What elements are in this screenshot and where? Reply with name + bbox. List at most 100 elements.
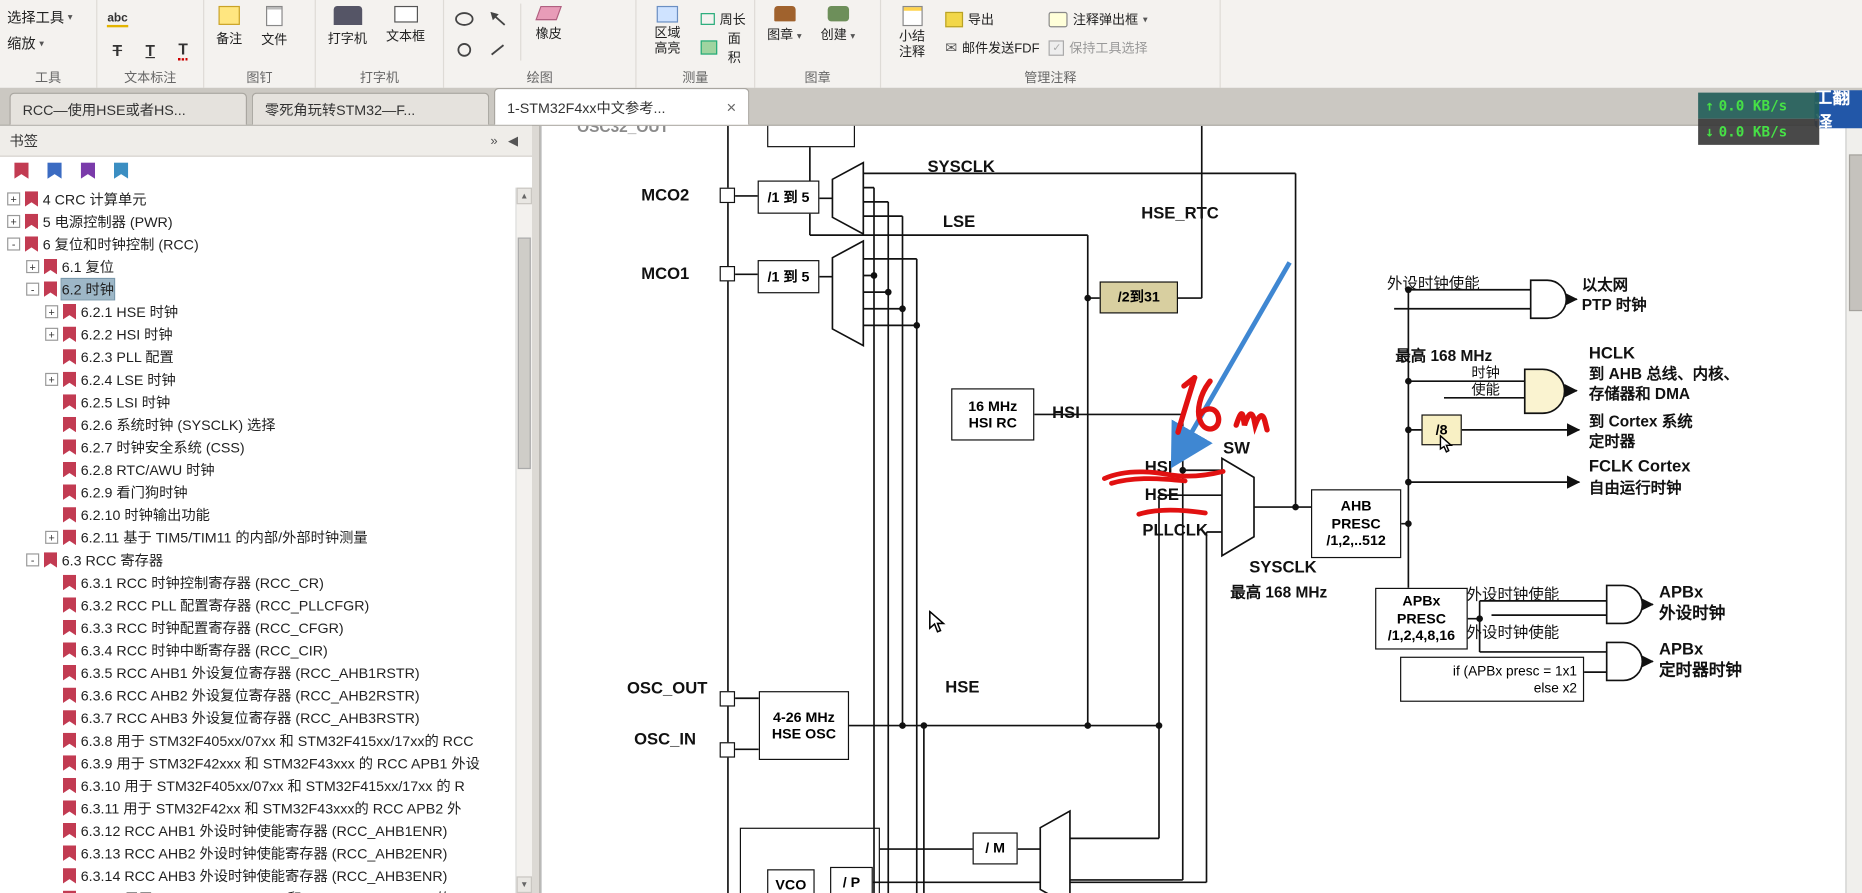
bookmark-item[interactable]: 6.3.11 用于 STM32F42xx 和 STM32F43xxx的 RCC …: [0, 797, 515, 820]
bookmark-item[interactable]: +4 CRC 计算单元: [0, 188, 515, 211]
file-attach-button[interactable]: 文件: [257, 4, 293, 52]
bookmark-item[interactable]: 6.3.8 用于 STM32F405xx/07xx 和 STM32F415xx/…: [0, 729, 515, 752]
panel-options-icon[interactable]: »: [485, 134, 504, 148]
arrow-tool-button[interactable]: [485, 6, 511, 32]
email-fdf-button[interactable]: ✉邮件发送FDF: [945, 36, 1039, 60]
bookmark-label: 6.2.9 看门狗时钟: [81, 482, 188, 502]
bookmark-item[interactable]: 6.3.12 RCC AHB1 外设时钟使能寄存器 (RCC_AHB1ENR): [0, 819, 515, 842]
bookmark-item[interactable]: 6.3.5 RCC AHB1 外设复位寄存器 (RCC_AHB1RSTR): [0, 661, 515, 684]
export-comments-button[interactable]: 导出: [945, 7, 1039, 31]
create-stamp-icon: [827, 6, 848, 21]
bookmark-item[interactable]: 6.2.3 PLL 配置: [0, 346, 515, 369]
summary-comments-button[interactable]: 小结注释: [888, 4, 936, 63]
bookmark-item[interactable]: -6 复位和时钟控制 (RCC): [0, 233, 515, 256]
bookmark-item[interactable]: +6.1 复位: [0, 255, 515, 278]
panel-splitter[interactable]: [532, 126, 540, 893]
export-icon: [945, 11, 963, 26]
expander-icon[interactable]: -: [26, 553, 39, 566]
scrollbar-thumb[interactable]: [518, 238, 531, 470]
file-icon: [266, 6, 283, 26]
ribbon: 选择工具▾ 缩放▾ 工具 abc T T T 文本标注 备注 文件 图钉 打: [0, 0, 1862, 89]
upload-speed: 0.0 KB/s: [1719, 97, 1788, 114]
bookmark-item[interactable]: 6.3.13 RCC AHB2 外设时钟使能寄存器 (RCC_AHB2ENR): [0, 842, 515, 865]
bookmark-tool-button-4[interactable]: [114, 162, 128, 182]
bookmark-item[interactable]: 6.3.6 RCC AHB2 外设复位寄存器 (RCC_AHB2RSTR): [0, 684, 515, 707]
bookmark-item[interactable]: 6.2.7 时钟安全系统 (CSS): [0, 436, 515, 459]
area-button[interactable]: 面积: [701, 36, 747, 60]
comment-popup-button[interactable]: 注释弹出框▾: [1049, 7, 1148, 31]
red-16m-annotation: [1178, 378, 1267, 433]
bookmark-tool-button-3[interactable]: [81, 162, 95, 182]
expander-icon[interactable]: +: [7, 215, 20, 228]
bookmark-item[interactable]: 6.2.9 看门狗时钟: [0, 481, 515, 504]
area-highlight-button[interactable]: 区域高亮: [644, 4, 692, 59]
bookmark-tree: +4 CRC 计算单元+5 电源控制器 (PWR)-6 复位和时钟控制 (RCC…: [0, 188, 515, 893]
circle-tool-button[interactable]: [451, 37, 477, 63]
bookmark-item[interactable]: 6.3.1 RCC 时钟控制寄存器 (RCC_CR): [0, 571, 515, 594]
expander-icon[interactable]: +: [26, 260, 39, 273]
bookmark-label: 6.3.7 RCC AHB3 外设复位寄存器 (RCC_AHB3RSTR): [81, 708, 420, 728]
squiggly-text-button[interactable]: T: [170, 37, 196, 63]
bookmark-item[interactable]: 6.2.8 RTC/AWU 时钟: [0, 458, 515, 481]
text-highlight-button[interactable]: abc: [105, 6, 131, 32]
perimeter-button[interactable]: 周长: [701, 7, 747, 31]
document-tab-2[interactable]: 零死角玩转STM32—F...: [252, 93, 490, 125]
expander-icon[interactable]: -: [7, 238, 20, 251]
expander-icon[interactable]: +: [45, 328, 58, 341]
document-tab-1[interactable]: RCC—使用HSE或者HS...: [10, 93, 248, 125]
underline-icon: T: [146, 41, 155, 59]
bookmark-item[interactable]: 6.3.10 用于 STM32F405xx/07xx 和 STM32F415xx…: [0, 774, 515, 797]
expander-icon[interactable]: +: [45, 305, 58, 318]
circle-icon: [455, 43, 474, 57]
bookmark-item[interactable]: 6.3.15 用于 STM32F405xx/07xx 和 STM32F415xx…: [0, 887, 515, 893]
bookmark-item[interactable]: 6.3.14 RCC AHB3 外设时钟使能寄存器 (RCC_AHB3ENR): [0, 865, 515, 888]
bookmark-item[interactable]: 6.3.9 用于 STM32F42xxx 和 STM32F43xxx 的 RCC…: [0, 752, 515, 775]
select-tool-button[interactable]: 选择工具▾: [7, 4, 72, 30]
bookmark-item[interactable]: -6.3 RCC 寄存器: [0, 549, 515, 572]
area-highlight-icon: [657, 6, 678, 23]
bookmark-item[interactable]: 6.2.6 系统时钟 (SYSCLK) 选择: [0, 413, 515, 436]
collapse-panel-icon[interactable]: ◀: [504, 133, 523, 148]
bookmark-item[interactable]: +6.2.1 HSE 时钟: [0, 300, 515, 323]
eraser-label: 橡皮: [536, 24, 562, 43]
bookmark-item[interactable]: 6.3.2 RCC PLL 配置寄存器 (RCC_PLLCFGR): [0, 594, 515, 617]
bookmark-label: 6.3.10 用于 STM32F405xx/07xx 和 STM32F415xx…: [81, 775, 465, 795]
bookmark-item[interactable]: -6.2 时钟: [0, 278, 515, 301]
zoom-button[interactable]: 缩放▾: [7, 30, 44, 56]
expander-icon[interactable]: +: [7, 192, 20, 205]
scroll-up-icon[interactable]: ▲: [517, 188, 532, 205]
bookmark-item[interactable]: +6.2.4 LSE 时钟: [0, 368, 515, 391]
bookmark-item[interactable]: 6.3.3 RCC 时钟配置寄存器 (RCC_CFGR): [0, 616, 515, 639]
bookmark-item[interactable]: 6.2.10 时钟输出功能: [0, 504, 515, 527]
underline-text-button[interactable]: T: [137, 37, 163, 63]
strikeout-text-button[interactable]: T: [105, 37, 131, 63]
bookmark-icon: [63, 304, 76, 319]
keep-tool-checkbox[interactable]: ✓保持工具选择: [1049, 36, 1148, 60]
bookmark-item[interactable]: +5 电源控制器 (PWR): [0, 210, 515, 233]
oval-tool-button[interactable]: [451, 6, 477, 32]
expander-icon[interactable]: -: [26, 283, 39, 296]
typewriter-button[interactable]: 打字机: [323, 4, 372, 50]
bookmark-item[interactable]: +6.2.11 基于 TIM5/TIM11 的内部/外部时钟测量: [0, 526, 515, 549]
bookmark-item[interactable]: +6.2.2 HSI 时钟: [0, 323, 515, 346]
note-icon: [219, 6, 240, 25]
textbox-button[interactable]: 文本框: [381, 4, 430, 48]
bookmark-item[interactable]: 6.3.4 RCC 时钟中断寄存器 (RCC_CIR): [0, 639, 515, 662]
eraser-button[interactable]: 橡皮: [531, 4, 567, 46]
stamp-button[interactable]: 图章 ▾: [762, 4, 806, 47]
bookmark-tool-button-1[interactable]: [14, 162, 28, 182]
translator-button[interactable]: 工翻译: [1815, 90, 1862, 128]
expander-icon[interactable]: +: [45, 531, 58, 544]
line-tool-button[interactable]: [485, 37, 511, 63]
bookmark-tool-button-2[interactable]: [48, 162, 62, 182]
bookmark-item[interactable]: 6.3.7 RCC AHB3 外设复位寄存器 (RCC_AHB3RSTR): [0, 707, 515, 730]
close-tab-icon[interactable]: ×: [715, 99, 737, 116]
create-stamp-button[interactable]: 创建 ▾: [816, 4, 860, 47]
scroll-down-icon[interactable]: ▼: [517, 876, 532, 893]
document-tab-3-active[interactable]: 1-STM32F4xx中文参考...×: [494, 88, 749, 125]
bookmark-item[interactable]: 6.2.5 LSI 时钟: [0, 391, 515, 414]
note-button[interactable]: 备注: [211, 4, 247, 50]
expander-icon[interactable]: +: [45, 373, 58, 386]
bookmarks-scrollbar[interactable]: ▲ ▼: [515, 188, 532, 893]
bookmark-icon: [44, 259, 57, 274]
